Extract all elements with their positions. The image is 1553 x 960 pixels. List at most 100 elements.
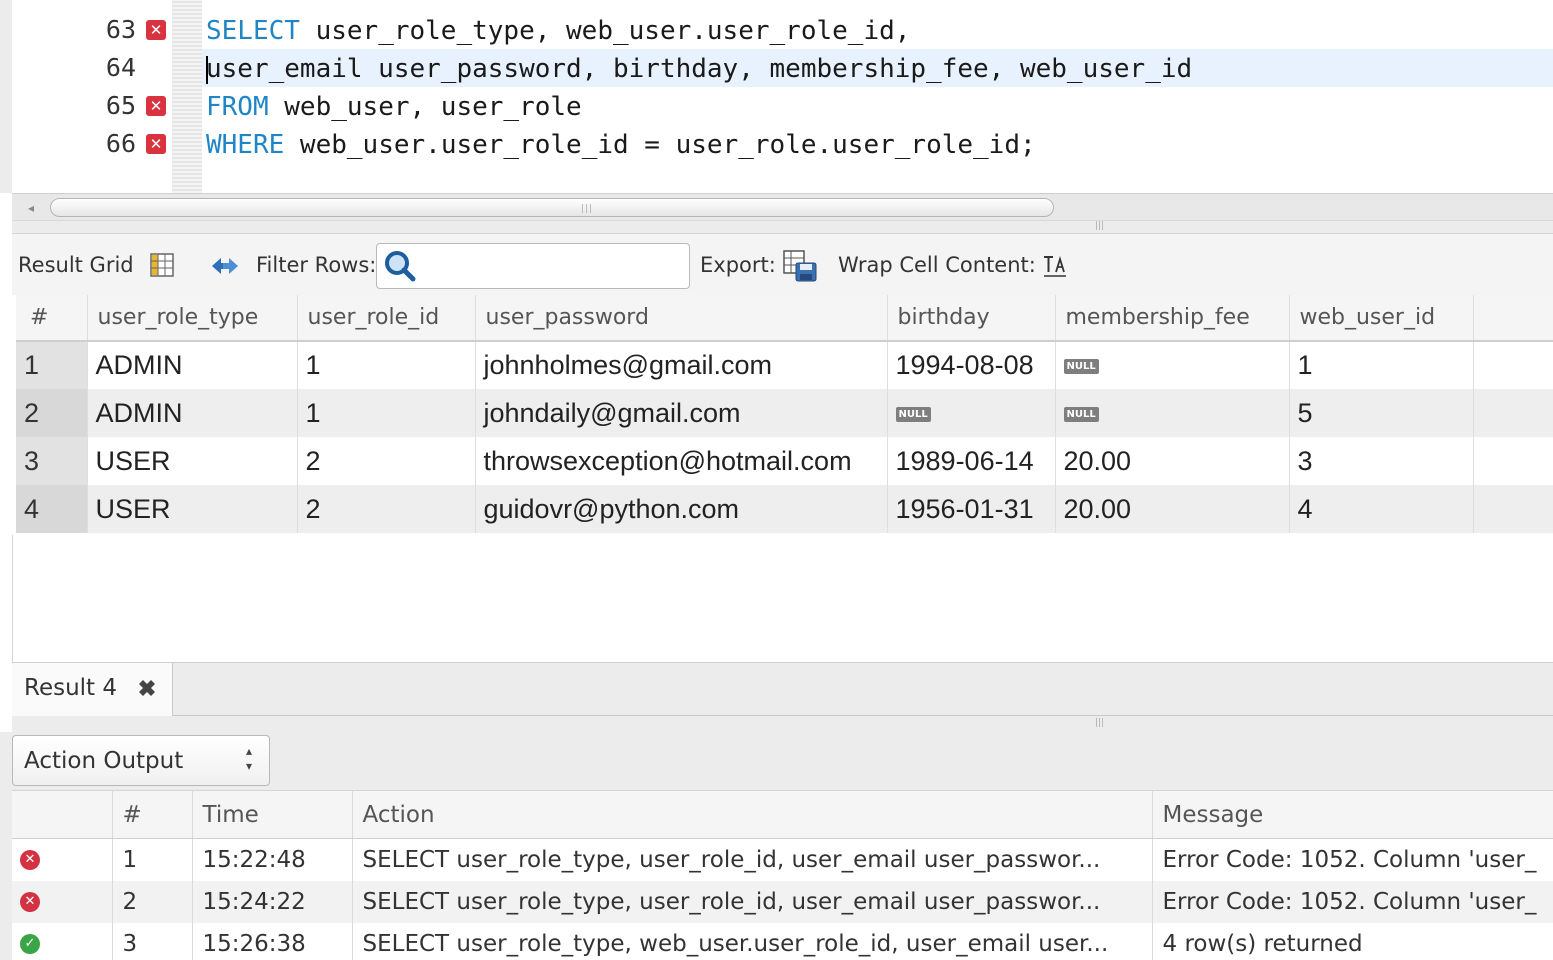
table-cell[interactable]: ADMIN <box>87 389 298 437</box>
table-row[interactable]: 3 USER 2 throwsexception@hotmail.com 198… <box>16 437 1553 485</box>
table-cell[interactable]: 3 <box>1289 437 1474 485</box>
code-line[interactable]: 64 ✕ user_email user_password, birthday,… <box>0 49 1553 87</box>
table-row[interactable]: 4 USER 2 guidovr@python.com 1956-01-31 2… <box>16 485 1553 533</box>
panel-splitter[interactable]: ||| <box>12 716 1553 732</box>
column-header[interactable]: # <box>16 295 88 342</box>
table-cell[interactable]: 15:24:22 <box>192 880 353 923</box>
table-cell[interactable]: 2 <box>297 437 476 485</box>
sql-keyword: SELECT <box>206 16 300 46</box>
row-number[interactable]: 3 <box>16 437 88 485</box>
table-cell[interactable]: SELECT user_role_type, user_role_id, use… <box>352 838 1153 881</box>
table-cell[interactable]: 2 <box>297 485 476 533</box>
scroll-left-icon[interactable]: ◂ <box>16 199 46 217</box>
line-number: 65 <box>105 91 136 120</box>
sql-editor[interactable]: 63 ✕ SELECT user_role_type, web_user.use… <box>0 0 1553 193</box>
table-row[interactable]: 2 ADMIN 1 johndaily@gmail.com NULL NULL … <box>16 389 1553 437</box>
table-cell[interactable]: 1956-01-31 <box>887 485 1056 533</box>
table-cell[interactable]: guidovr@python.com <box>475 485 888 533</box>
table-cell[interactable]: 4 row(s) returned <box>1152 922 1553 960</box>
column-header[interactable]: Time <box>192 790 353 839</box>
table-cell[interactable]: 3 <box>112 922 193 960</box>
refresh-icon[interactable] <box>209 254 241 278</box>
tab-result-4[interactable]: Result 4 <box>12 663 173 716</box>
editor-horizontal-scrollbar[interactable]: ◂ ||| <box>12 193 1553 221</box>
table-cell[interactable]: 4 <box>1289 485 1474 533</box>
table-cell[interactable]: 1 <box>297 341 476 389</box>
table-cell[interactable]: 20.00 <box>1055 437 1290 485</box>
column-header[interactable]: Action <box>352 790 1153 839</box>
action-output-table[interactable]: # Time Action Message ✕ 1 15:22:48 SELEC… <box>12 790 1553 960</box>
column-header[interactable]: user_password <box>475 295 888 342</box>
table-cell[interactable]: 1 <box>1289 341 1474 389</box>
sql-code: user_email user_password, birthday, memb… <box>206 54 1193 84</box>
column-header[interactable]: membership_fee <box>1055 295 1290 342</box>
row-number[interactable]: 4 <box>16 485 88 533</box>
success-status-icon: ✓ <box>20 934 40 954</box>
export-icon[interactable] <box>782 249 820 283</box>
table-cell[interactable]: NULL <box>1055 341 1290 389</box>
filter-rows-input[interactable] <box>421 250 681 282</box>
filter-rows-box[interactable] <box>376 243 690 289</box>
table-cell[interactable]: 1989-06-14 <box>887 437 1056 485</box>
wrap-cell-icon[interactable] <box>1042 254 1068 280</box>
result-grid-label[interactable]: Result Grid <box>18 253 134 277</box>
table-cell[interactable]: NULL <box>887 389 1056 437</box>
table-cell[interactable]: johnholmes@gmail.com <box>475 341 888 389</box>
column-header[interactable]: user_role_type <box>87 295 298 342</box>
table-cell[interactable]: johndaily@gmail.com <box>475 389 888 437</box>
search-icon[interactable] <box>383 249 417 283</box>
panel-splitter[interactable]: ||| <box>12 221 1553 233</box>
error-marker-icon[interactable]: ✕ <box>146 134 166 154</box>
code-text-area[interactable]: FROM web_user, user_role <box>202 87 1553 125</box>
code-line[interactable]: 63 ✕ SELECT user_role_type, web_user.use… <box>0 11 1553 49</box>
scrollbar-thumb[interactable]: ||| <box>50 198 1054 217</box>
table-row[interactable]: ✓ 3 15:26:38 SELECT user_role_type, web_… <box>12 922 1553 960</box>
table-cell[interactable]: 1 <box>297 389 476 437</box>
table-cell[interactable]: 20.00 <box>1055 485 1290 533</box>
row-number[interactable]: 2 <box>16 389 88 437</box>
column-header[interactable]: birthday <box>887 295 1056 342</box>
column-header[interactable]: user_role_id <box>297 295 476 342</box>
table-cell[interactable]: ADMIN <box>87 341 298 389</box>
table-cell[interactable]: USER <box>87 485 298 533</box>
sql-code: web_user, user_role <box>268 92 582 122</box>
code-line[interactable]: 66 ✕ WHERE web_user.user_role_id = user_… <box>0 125 1553 163</box>
column-header[interactable]: # <box>112 790 193 839</box>
error-marker-icon[interactable]: ✕ <box>146 20 166 40</box>
result-header-row: # user_role_type user_role_id user_passw… <box>16 295 1553 342</box>
table-row[interactable]: ✕ 2 15:24:22 SELECT user_role_type, user… <box>12 880 1553 923</box>
code-text-area[interactable]: user_email user_password, birthday, memb… <box>202 49 1553 87</box>
table-cell[interactable]: SELECT user_role_type, user_role_id, use… <box>352 880 1153 923</box>
close-icon[interactable] <box>134 675 160 701</box>
table-cell[interactable]: NULL <box>1055 389 1290 437</box>
table-cell[interactable]: 1 <box>112 838 193 881</box>
row-number[interactable]: 1 <box>16 341 88 389</box>
error-marker-icon[interactable]: ✕ <box>146 96 166 116</box>
line-number: 64 <box>105 53 136 82</box>
table-cell[interactable]: 2 <box>112 880 193 923</box>
code-line[interactable]: 65 ✕ FROM web_user, user_role <box>0 87 1553 125</box>
null-badge: NULL <box>895 406 931 422</box>
column-header[interactable]: web_user_id <box>1289 295 1474 342</box>
table-cell[interactable]: Error Code: 1052. Column 'user_ <box>1152 880 1553 923</box>
code-text-area[interactable]: WHERE web_user.user_role_id = user_role.… <box>202 125 1553 163</box>
column-header-status[interactable] <box>12 790 113 839</box>
table-cell[interactable]: 15:26:38 <box>192 922 353 960</box>
error-status-icon: ✕ <box>20 850 40 871</box>
grid-layout-icon[interactable] <box>149 252 175 278</box>
table-cell[interactable]: USER <box>87 437 298 485</box>
code-text-area[interactable]: SELECT user_role_type, web_user.user_rol… <box>202 11 1553 49</box>
error-status-icon: ✕ <box>20 892 40 912</box>
table-cell[interactable]: throwsexception@hotmail.com <box>475 437 888 485</box>
table-cell[interactable]: SELECT user_role_type, web_user.user_rol… <box>352 922 1153 960</box>
output-type-select[interactable]: Action Output ▴ ▾ <box>12 735 270 786</box>
table-cell[interactable]: Error Code: 1052. Column 'user_ <box>1152 838 1553 881</box>
column-header[interactable]: Message <box>1152 790 1553 839</box>
result-grid-toolbar: Result Grid Filter Rows: Export: Wrap Ce… <box>12 233 1553 295</box>
table-row[interactable]: 1 ADMIN 1 johnholmes@gmail.com 1994-08-0… <box>16 341 1553 389</box>
table-row[interactable]: ✕ 1 15:22:48 SELECT user_role_type, user… <box>12 838 1553 881</box>
table-cell[interactable]: 1994-08-08 <box>887 341 1056 389</box>
table-cell[interactable]: 5 <box>1289 389 1474 437</box>
table-cell[interactable]: 15:22:48 <box>192 838 353 881</box>
result-grid-table[interactable]: # user_role_type user_role_id user_passw… <box>16 295 1553 533</box>
